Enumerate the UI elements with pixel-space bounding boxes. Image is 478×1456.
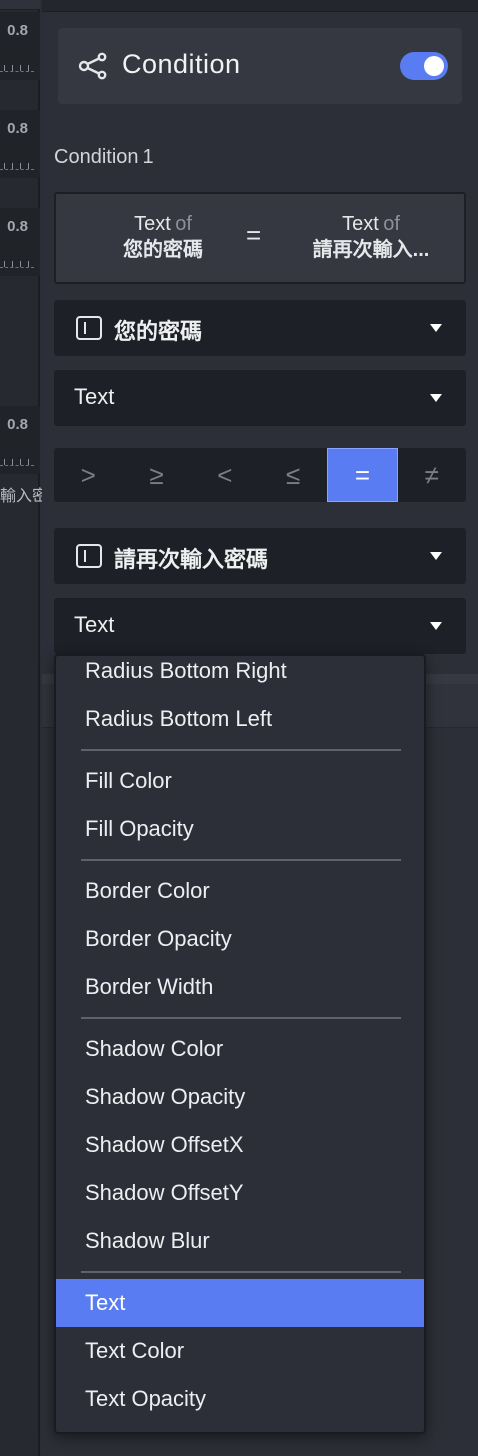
condition-summary[interactable]: Text of 您的密碼 = Text of 請再次輸入... xyxy=(54,192,466,284)
summary-left-of: of xyxy=(175,213,192,235)
summary-right-operand: Text of 請再次輸入... xyxy=(296,212,446,262)
slider-value: 0.8 xyxy=(7,22,28,39)
summary-right-kind: Text xyxy=(342,213,379,235)
menu-item[interactable]: Fill Opacity xyxy=(56,805,424,853)
chevron-down-icon xyxy=(430,622,442,630)
summary-right-name: 請再次輸入... xyxy=(312,239,430,261)
operator-equal-button[interactable]: = xyxy=(327,448,398,502)
left-strip: 0.8 0.8 0.8 0.8 輸入密 xyxy=(0,0,48,1456)
chevron-down-icon xyxy=(430,394,442,402)
right-property-dropdown[interactable]: Text xyxy=(54,598,466,654)
text-input-icon xyxy=(76,316,102,340)
left-strip-topline xyxy=(0,0,40,10)
left-element-label: 您的密碼 xyxy=(114,319,203,344)
slider-ticks xyxy=(0,260,34,268)
condition-toggle[interactable] xyxy=(400,52,448,80)
operator-not-equal-button[interactable]: ≠ xyxy=(398,448,466,502)
menu-item[interactable]: Shadow Color xyxy=(56,1025,424,1073)
menu-separator xyxy=(81,749,401,751)
condition-label: Condition 1 xyxy=(54,146,154,169)
menu-separator xyxy=(81,1017,401,1019)
summary-left-kind: Text xyxy=(134,213,171,235)
property-dropdown-menu: Radius Bottom Right Radius Bottom Left F… xyxy=(54,654,426,1434)
menu-item[interactable]: Shadow OffsetY xyxy=(56,1169,424,1217)
menu-item[interactable]: Border Color xyxy=(56,867,424,915)
condition-number: 1 xyxy=(142,146,154,168)
menu-separator xyxy=(81,1271,401,1273)
condition-label-text: Condition xyxy=(54,146,139,168)
panel-topbar xyxy=(42,0,478,12)
slider-value: 0.8 xyxy=(7,416,28,433)
operator-less-equal-button[interactable]: ≤ xyxy=(259,448,327,502)
operator-less-button[interactable]: < xyxy=(191,448,259,502)
menu-item-selected[interactable]: Text xyxy=(56,1279,424,1327)
summary-right-of: of xyxy=(383,213,400,235)
element-name-label: 輸入密 xyxy=(0,488,49,505)
slider-row[interactable]: 0.8 xyxy=(0,12,40,80)
right-property-label: Text xyxy=(74,612,115,637)
menu-separator xyxy=(81,859,401,861)
summary-left-name: 您的密碼 xyxy=(123,239,203,261)
chevron-down-icon xyxy=(430,552,442,560)
summary-left-operand: Text of 您的密碼 xyxy=(88,212,238,262)
text-input-icon xyxy=(76,544,102,568)
condition-title: Condition xyxy=(122,49,241,79)
summary-operator: = xyxy=(246,220,262,250)
slider-row[interactable]: 0.8 xyxy=(0,208,40,276)
left-property-label: Text xyxy=(74,384,115,409)
menu-item[interactable]: Text Color xyxy=(56,1327,424,1375)
menu-item[interactable]: Radius Bottom Right xyxy=(56,656,424,695)
slider-row[interactable]: 0.8 xyxy=(0,406,40,474)
menu-item[interactable]: Fill Color xyxy=(56,757,424,805)
right-element-label: 請再次輸入密碼 xyxy=(114,547,269,572)
slider-row[interactable]: 0.8 xyxy=(0,110,40,178)
slider-ticks xyxy=(0,458,34,466)
menu-item[interactable]: Shadow Blur xyxy=(56,1217,424,1265)
menu-item[interactable]: Border Opacity xyxy=(56,915,424,963)
menu-item[interactable]: Radius Bottom Left xyxy=(56,695,424,743)
menu-item[interactable]: Shadow OffsetX xyxy=(56,1121,424,1169)
share-icon xyxy=(78,52,107,80)
menu-item[interactable]: Text Opacity xyxy=(56,1375,424,1423)
condition-header: Condition xyxy=(58,28,462,104)
left-property-dropdown[interactable]: Text xyxy=(54,370,466,426)
menu-item[interactable]: Shadow Opacity xyxy=(56,1073,424,1121)
toggle-knob xyxy=(424,56,444,76)
operator-greater-equal-button[interactable]: ≥ xyxy=(122,448,190,502)
slider-ticks xyxy=(0,64,34,72)
operator-selector: > ≥ < ≤ = ≠ xyxy=(54,448,466,502)
slider-value: 0.8 xyxy=(7,120,28,137)
right-element-dropdown[interactable]: 請再次輸入密碼 xyxy=(54,528,466,584)
slider-value: 0.8 xyxy=(7,218,28,235)
slider-ticks xyxy=(0,162,34,170)
left-element-dropdown[interactable]: 您的密碼 xyxy=(54,300,466,356)
chevron-down-icon xyxy=(430,324,442,332)
operator-greater-button[interactable]: > xyxy=(54,448,122,502)
menu-item[interactable]: Border Width xyxy=(56,963,424,1011)
